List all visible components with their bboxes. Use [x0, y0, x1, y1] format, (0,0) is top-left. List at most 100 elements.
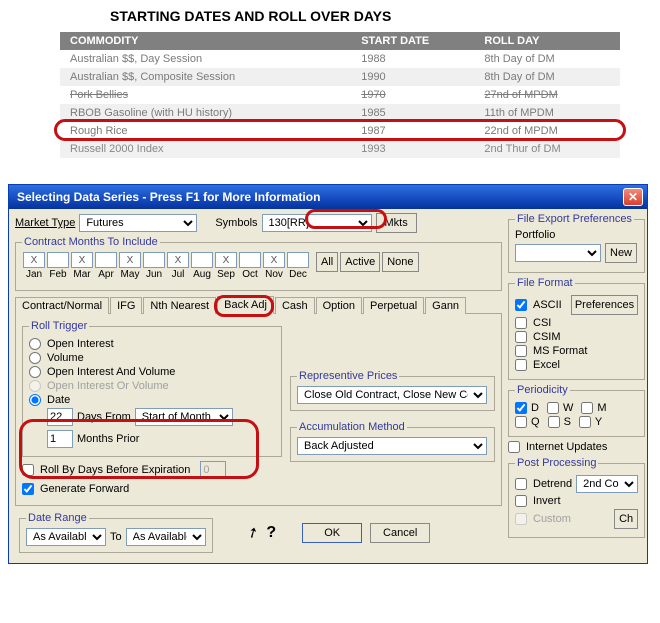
- month-box[interactable]: [95, 252, 117, 268]
- month-may[interactable]: XMay: [118, 252, 142, 280]
- ok-button[interactable]: OK: [302, 523, 362, 543]
- table-cell: Australian $$, Composite Session: [60, 68, 351, 86]
- tab-ifg[interactable]: IFG: [110, 297, 142, 314]
- date-range-to-select[interactable]: As Available: [126, 528, 206, 546]
- tab-contract-normal[interactable]: Contract/Normal: [15, 297, 109, 314]
- generate-forward-label: Generate Forward: [40, 483, 129, 495]
- rep-prices-group: Representive Prices Close Old Contract, …: [290, 370, 495, 411]
- month-box[interactable]: X: [215, 252, 237, 268]
- rt-date[interactable]: [29, 394, 41, 406]
- month-aug[interactable]: Aug: [190, 252, 214, 280]
- days-from-select[interactable]: Start of Month: [135, 408, 233, 426]
- rt-volume[interactable]: [29, 352, 41, 364]
- month-box[interactable]: [287, 252, 309, 268]
- market-type-label: Market Type: [15, 217, 75, 229]
- per-w-check[interactable]: [547, 402, 559, 414]
- rt-oi-and-vol[interactable]: [29, 366, 41, 378]
- date-range-to-label: To: [110, 531, 122, 543]
- fmt-csi-check[interactable]: [515, 317, 527, 329]
- roll-trigger-group: Roll Trigger Open Interest Volume Open I…: [22, 320, 282, 457]
- table-cell: Russell 2000 Index: [60, 140, 351, 158]
- tab-perpetual[interactable]: Perpetual: [363, 297, 424, 314]
- month-jun[interactable]: Jun: [142, 252, 166, 280]
- rt-open-interest[interactable]: [29, 338, 41, 350]
- close-button[interactable]: ✕: [623, 188, 643, 206]
- month-label: Dec: [289, 269, 307, 280]
- month-nov[interactable]: XNov: [262, 252, 286, 280]
- table-cell: 1987: [351, 122, 474, 140]
- custom-ch-button[interactable]: Ch: [614, 509, 638, 529]
- rep-prices-select[interactable]: Close Old Contract, Close New Co: [297, 386, 487, 404]
- tab-option[interactable]: Option: [316, 297, 362, 314]
- table-cell: 1990: [351, 68, 474, 86]
- rt-volume-label: Volume: [47, 352, 84, 364]
- new-portfolio-button[interactable]: New: [605, 243, 637, 263]
- table-row: Rough Rice198722nd of MPDM: [60, 122, 620, 140]
- internet-updates-label: Internet Updates: [526, 441, 607, 453]
- months-none-button[interactable]: None: [382, 252, 418, 272]
- accum-method-select[interactable]: Back Adjusted: [297, 437, 487, 455]
- portfolio-select[interactable]: [515, 244, 601, 262]
- tab-back-adj[interactable]: Back Adj: [217, 296, 274, 314]
- per-y-check[interactable]: [579, 416, 591, 428]
- fmt-ms-check[interactable]: [515, 345, 527, 357]
- months-active-button[interactable]: Active: [340, 252, 380, 272]
- generate-forward-check[interactable]: [22, 483, 34, 495]
- roll-by-days-check[interactable]: [22, 464, 34, 476]
- month-box[interactable]: [239, 252, 261, 268]
- table-cell: 2nd Thur of DM: [474, 140, 620, 158]
- symbols-select[interactable]: 130[RR]: [262, 214, 372, 232]
- months-prior-input[interactable]: [47, 430, 73, 448]
- table-row: Australian $$, Composite Session19908th …: [60, 68, 620, 86]
- close-icon: ✕: [628, 190, 638, 204]
- days-from-label: Days From: [77, 411, 131, 423]
- days-from-input[interactable]: [47, 408, 73, 426]
- months-all-button[interactable]: All: [316, 252, 338, 272]
- invert-check[interactable]: [515, 495, 527, 507]
- per-q-check[interactable]: [515, 416, 527, 428]
- month-box[interactable]: X: [167, 252, 189, 268]
- table-cell: 22nd of MPDM: [474, 122, 620, 140]
- tab-cash[interactable]: Cash: [275, 297, 315, 314]
- per-d-check[interactable]: [515, 402, 527, 414]
- month-feb[interactable]: Feb: [46, 252, 70, 280]
- month-apr[interactable]: Apr: [94, 252, 118, 280]
- detrend-select[interactable]: 2nd Contra: [576, 475, 638, 493]
- month-label: Sep: [217, 269, 235, 280]
- month-box[interactable]: X: [23, 252, 45, 268]
- fmt-ascii-check[interactable]: [515, 299, 527, 311]
- cancel-button[interactable]: Cancel: [370, 523, 430, 543]
- fmt-preferences-button[interactable]: Preferences: [571, 295, 638, 315]
- month-jan[interactable]: XJan: [22, 252, 46, 280]
- fmt-csim-check[interactable]: [515, 331, 527, 343]
- month-oct[interactable]: Oct: [238, 252, 262, 280]
- tab-nth-nearest[interactable]: Nth Nearest: [143, 297, 216, 314]
- help-icon[interactable]: ?: [266, 524, 276, 542]
- table-cell: 1988: [351, 50, 474, 68]
- month-box[interactable]: [143, 252, 165, 268]
- month-box[interactable]: [191, 252, 213, 268]
- month-box[interactable]: X: [119, 252, 141, 268]
- mkts-button[interactable]: Mkts: [376, 213, 417, 233]
- month-mar[interactable]: XMar: [70, 252, 94, 280]
- month-jul[interactable]: XJul: [166, 252, 190, 280]
- custom-label: Custom: [533, 513, 571, 525]
- market-type-select[interactable]: Futures: [79, 214, 197, 232]
- month-dec[interactable]: Dec: [286, 252, 310, 280]
- per-s-check[interactable]: [548, 416, 560, 428]
- periodicity-group: Periodicity D W M Q S Y: [508, 384, 645, 437]
- month-box[interactable]: X: [263, 252, 285, 268]
- internet-updates-check[interactable]: [508, 441, 520, 453]
- month-box[interactable]: [47, 252, 69, 268]
- file-format-group: File Format ASCII Preferences CSI CSIM M…: [508, 277, 645, 380]
- contract-months-group: Contract Months To Include XJanFebXMarAp…: [15, 236, 502, 291]
- fmt-excel-check[interactable]: [515, 359, 527, 371]
- month-box[interactable]: X: [71, 252, 93, 268]
- per-m-check[interactable]: [581, 402, 593, 414]
- date-range-from-select[interactable]: As Available: [26, 528, 106, 546]
- month-sep[interactable]: XSep: [214, 252, 238, 280]
- detrend-check[interactable]: [515, 478, 527, 490]
- contract-months-legend: Contract Months To Include: [22, 236, 160, 248]
- date-range-group: Date Range As Available To As Available: [19, 512, 213, 553]
- tab-gann[interactable]: Gann: [425, 297, 466, 314]
